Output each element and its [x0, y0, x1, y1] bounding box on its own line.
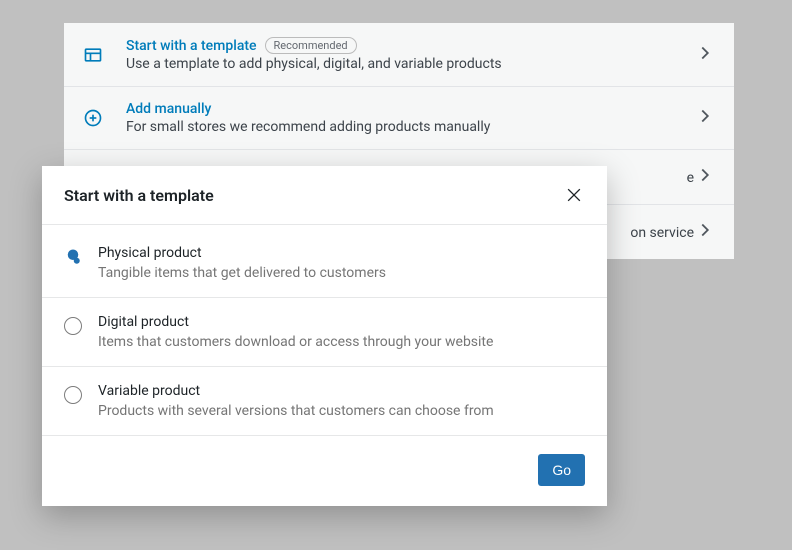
- recommended-badge: Recommended: [265, 37, 357, 54]
- option-manual[interactable]: Add manually For small stores we recomme…: [64, 87, 734, 150]
- go-button[interactable]: Go: [538, 454, 585, 486]
- option-template[interactable]: Start with a template Recommended Use a …: [64, 23, 734, 87]
- option-body: Start with a template Recommended Use a …: [126, 37, 694, 72]
- option-title: Start with a template: [126, 38, 257, 54]
- modal-header: Start with a template: [42, 166, 607, 225]
- modal-title: Start with a template: [64, 186, 214, 205]
- radio-unchecked-icon[interactable]: [64, 386, 82, 404]
- option-description: For small stores we recommend adding pro…: [126, 119, 694, 135]
- modal-option-body: Digital product Items that customers dow…: [98, 314, 585, 350]
- selected-radio-icon: [64, 248, 82, 266]
- modal-option-description: Products with several versions that cust…: [98, 403, 585, 419]
- chevron-right-icon: [694, 42, 716, 68]
- template-icon: [82, 44, 104, 66]
- modal-option-title: Digital product: [98, 314, 585, 330]
- option-body: Add manually For small stores we recomme…: [126, 101, 694, 135]
- modal-option-title: Variable product: [98, 383, 585, 399]
- close-icon[interactable]: [563, 184, 585, 206]
- chevron-right-icon: [694, 164, 716, 190]
- template-modal: Start with a template Physical product T…: [42, 166, 607, 506]
- modal-footer: Go: [42, 436, 607, 506]
- radio-unchecked-icon[interactable]: [64, 317, 82, 335]
- chevron-right-icon: [694, 219, 716, 245]
- modal-option-description: Items that customers download or access …: [98, 334, 585, 350]
- modal-option-body: Physical product Tangible items that get…: [98, 245, 585, 281]
- option-title: Add manually: [126, 101, 211, 117]
- modal-option-physical[interactable]: Physical product Tangible items that get…: [42, 225, 607, 298]
- chevron-right-icon: [694, 105, 716, 131]
- modal-option-title: Physical product: [98, 245, 585, 261]
- plus-circle-icon: [82, 107, 104, 129]
- modal-option-variable[interactable]: Variable product Products with several v…: [42, 367, 607, 436]
- option-description: Use a template to add physical, digital,…: [126, 56, 694, 72]
- modal-option-description: Tangible items that get delivered to cus…: [98, 265, 585, 281]
- modal-option-digital[interactable]: Digital product Items that customers dow…: [42, 298, 607, 367]
- modal-option-body: Variable product Products with several v…: [98, 383, 585, 419]
